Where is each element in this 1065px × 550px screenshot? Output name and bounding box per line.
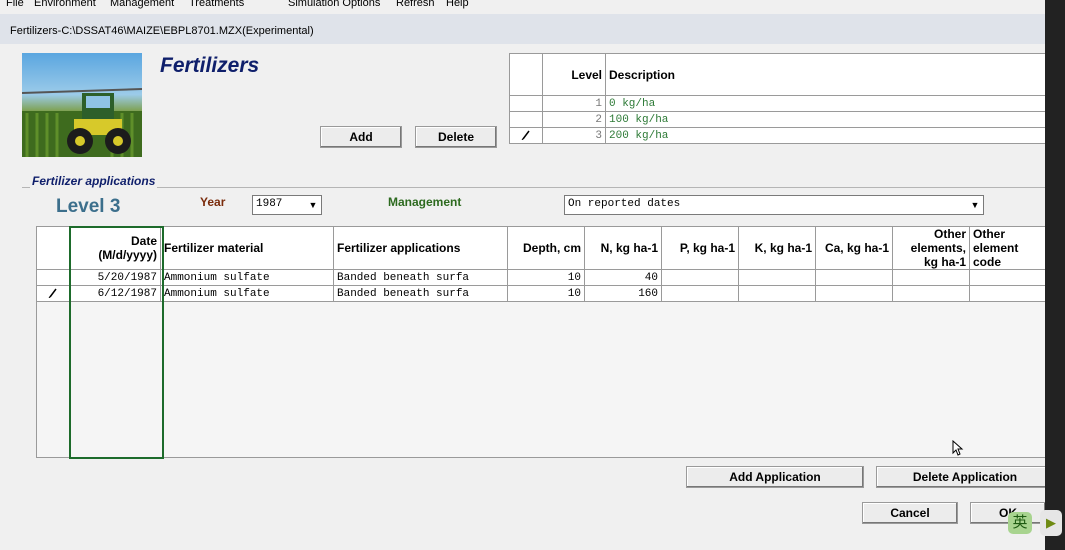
menu-treatments[interactable]: Treatments	[189, 0, 244, 9]
header-applications: Fertilizer applications	[333, 226, 508, 270]
applications-header-row: Date (M/d/yyyy) Fertilizer material Ferti…	[36, 226, 1047, 270]
n-cell[interactable]: 40	[584, 269, 662, 286]
description-cell[interactable]: 200 kg/ha	[605, 127, 1059, 144]
management-select[interactable]: On reported dates ▼	[564, 195, 984, 215]
header-corner	[36, 226, 70, 270]
p-cell[interactable]	[661, 285, 739, 302]
header-material: Fertilizer material	[160, 226, 334, 270]
cancel-button[interactable]: Cancel	[862, 502, 958, 524]
header-ca: Ca, kg ha-1	[815, 226, 893, 270]
dropdown-arrow-icon[interactable]: ▼	[306, 197, 320, 213]
application-cell[interactable]: Banded beneath surfa	[333, 285, 508, 302]
tractor-photo	[22, 53, 142, 157]
n-cell[interactable]: 160	[584, 285, 662, 302]
pencil-icon	[48, 288, 57, 298]
row-selector[interactable]	[509, 127, 543, 144]
material-cell[interactable]: Ammonium sulfate	[160, 269, 334, 286]
window-titlebar: Fertilizers-C:\DSSAT46\MAIZE\EBPL8701.MZ…	[0, 14, 1045, 45]
dropdown-arrow-icon[interactable]: ▼	[968, 197, 982, 213]
depth-cell[interactable]: 10	[507, 285, 585, 302]
menu-bar: File Environment Management Treatments S…	[0, 0, 1045, 12]
side-toolbar	[1045, 0, 1065, 550]
level-cell[interactable]: 2	[542, 111, 606, 128]
row-selector[interactable]	[509, 111, 543, 128]
levels-row[interactable]: 3 200 kg/ha	[509, 127, 1059, 144]
p-cell[interactable]	[661, 269, 739, 286]
table-row[interactable]: 6/12/1987 Ammonium sulfate Banded beneat…	[36, 285, 1047, 302]
other-code-cell[interactable]	[969, 269, 1047, 286]
mouse-cursor-icon	[952, 439, 964, 459]
ca-cell[interactable]	[815, 269, 893, 286]
menu-environment[interactable]: Environment	[34, 0, 96, 9]
pencil-icon	[521, 130, 530, 140]
application-cell[interactable]: Banded beneath surfa	[333, 269, 508, 286]
current-level-label: Level 3	[56, 196, 121, 217]
menu-help[interactable]: Help	[446, 0, 469, 9]
levels-table: Level Description 1 0 kg/ha 2 100 kg/ha …	[509, 53, 1059, 144]
menu-simulation-options[interactable]: Simulation Options	[288, 0, 380, 9]
header-k: K, kg ha-1	[738, 226, 816, 270]
k-cell[interactable]	[738, 269, 816, 286]
depth-cell[interactable]: 10	[507, 269, 585, 286]
row-selector[interactable]	[509, 95, 543, 112]
row-selector[interactable]	[36, 285, 70, 302]
levels-header-level: Level	[542, 53, 606, 96]
ime-language-badge[interactable]: 英	[1008, 512, 1032, 534]
ime-play-icon[interactable]: ▶	[1040, 510, 1062, 536]
other-elements-cell[interactable]	[892, 285, 970, 302]
levels-row[interactable]: 2 100 kg/ha	[509, 111, 1059, 128]
level-cell[interactable]: 3	[542, 127, 606, 144]
header-depth: Depth, cm	[507, 226, 585, 270]
description-cell[interactable]: 0 kg/ha	[605, 95, 1059, 112]
applications-group-frame	[22, 187, 1045, 189]
levels-row[interactable]: 1 0 kg/ha	[509, 95, 1059, 112]
header-n: N, kg ha-1	[584, 226, 662, 270]
page-title: Fertilizers	[160, 54, 260, 77]
row-selector[interactable]	[36, 269, 70, 286]
menu-file[interactable]: File	[6, 0, 24, 9]
applications-table: Date (M/d/yyyy) Fertilizer material Ferti…	[36, 226, 1047, 302]
levels-header-corner	[509, 53, 543, 96]
management-label: Management	[388, 195, 462, 209]
other-elements-cell[interactable]	[892, 269, 970, 286]
date-column-highlight	[69, 226, 164, 459]
add-level-button[interactable]: Add	[320, 126, 402, 148]
header-other-element-code: Other element code	[969, 226, 1047, 270]
level-cell[interactable]: 1	[542, 95, 606, 112]
menu-management[interactable]: Management	[110, 0, 174, 9]
year-select[interactable]: 1987 ▼	[252, 195, 322, 215]
description-cell[interactable]: 100 kg/ha	[605, 111, 1059, 128]
levels-header-row: Level Description	[509, 53, 1059, 96]
material-cell[interactable]: Ammonium sulfate	[160, 285, 334, 302]
applications-group-label: Fertilizer applications	[30, 174, 158, 188]
k-cell[interactable]	[738, 285, 816, 302]
ca-cell[interactable]	[815, 285, 893, 302]
add-application-button[interactable]: Add Application	[686, 466, 864, 488]
header-other-elements: Other elements, kg ha-1	[892, 226, 970, 270]
delete-level-button[interactable]: Delete	[415, 126, 497, 148]
delete-application-button[interactable]: Delete Application	[876, 466, 1054, 488]
header-p: P, kg ha-1	[661, 226, 739, 270]
levels-header-description: Description	[605, 53, 1059, 96]
tractor-icon	[22, 88, 142, 157]
year-label: Year	[200, 195, 226, 209]
year-select-value: 1987	[256, 198, 283, 210]
menu-refresh[interactable]: Refresh	[396, 0, 435, 9]
table-row[interactable]: 5/20/1987 Ammonium sulfate Banded beneat…	[36, 269, 1047, 286]
management-select-value: On reported dates	[568, 198, 681, 210]
window-title: Fertilizers-C:\DSSAT46\MAIZE\EBPL8701.MZ…	[10, 25, 314, 37]
other-code-cell[interactable]	[969, 285, 1047, 302]
